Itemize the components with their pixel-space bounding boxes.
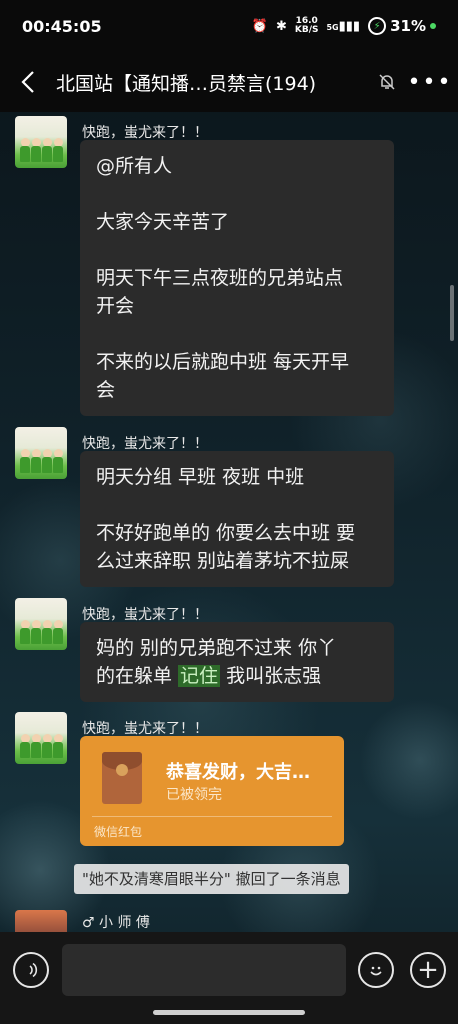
chat-header: 北国站【通知播…员禁言(194) ••• [0, 52, 458, 112]
privacy-dot-icon [430, 23, 436, 29]
chat-title[interactable]: 北国站【通知播…员禁言(194) [56, 69, 372, 96]
avatar[interactable] [15, 598, 67, 650]
recall-notice: "她不及清寒眉眼半分" 撤回了一条消息 [74, 864, 349, 894]
signal-icon: 5G▮▮▮ [326, 18, 361, 34]
message-bubble[interactable]: 明天分组 早班 夜班 中班 不好好跑单的 你要么去中班 要 么过来辞职 别站着茅… [80, 451, 394, 587]
message-input[interactable] [62, 944, 346, 996]
home-indicator[interactable] [153, 1010, 305, 1015]
message-line: 开会 [96, 295, 135, 317]
highlighted-keyword[interactable]: 记住 [178, 665, 221, 687]
message-line: 不来的以后就跑中班 每天开早 [96, 351, 350, 373]
sender-name: 快跑，蚩尤来了！！ [82, 436, 208, 452]
voice-button[interactable] [13, 952, 49, 988]
signal-label: 5G [326, 22, 339, 32]
message-bubble[interactable]: @所有人 大家今天辛苦了 明天下午三点夜班的兄弟站点 开会 不来的以后就跑中班 … [80, 140, 394, 416]
message-line: 么过来辞职 别站着茅坑不拉屎 [96, 550, 350, 572]
bluetooth-icon: ✱ [275, 18, 287, 34]
avatar[interactable] [15, 712, 67, 764]
red-packet-label: 微信红包 [94, 825, 143, 839]
more-button[interactable]: ••• [402, 52, 458, 112]
sender-name: 快跑，蚩尤来了！！ [82, 125, 208, 141]
red-packet-status: 已被领完 [166, 787, 222, 803]
red-packet-title: 恭喜发财，大吉… [166, 762, 310, 783]
emoji-icon [370, 966, 382, 976]
message-line: 妈的 别的兄弟跑不过来 你丫 [96, 637, 337, 659]
message-line: 不好好跑单的 你要么去中班 要 [96, 522, 356, 544]
message-line: 明天分组 早班 夜班 中班 [96, 466, 305, 488]
network-speed: 16.0 KB/S [295, 17, 319, 35]
status-bar: 00:45:05 ⏰ ✱ 16.0 KB/S 5G▮▮▮ ⚡ 31% [0, 0, 458, 52]
message-line: 大家今天辛苦了 [96, 211, 230, 233]
bell-off-icon [372, 52, 402, 112]
message-line: 明天下午三点夜班的兄弟站点 [96, 267, 344, 289]
emoji-button[interactable] [358, 952, 394, 988]
red-packet-card[interactable]: 恭喜发财，大吉… 已被领完 微信红包 [80, 736, 344, 846]
avatar[interactable] [15, 910, 67, 932]
member-icon: ♂ [82, 915, 95, 931]
chevron-left-icon [21, 71, 34, 93]
sender-name: 快跑，蚩尤来了！！ [82, 607, 208, 623]
more-icon: ••• [407, 69, 453, 95]
status-time: 00:45:05 [22, 16, 102, 36]
battery: ⚡ 31% [368, 17, 436, 35]
alarm-icon: ⏰ [251, 18, 268, 34]
sender-name-text: 小 师 傅 [99, 915, 150, 931]
message-bubble[interactable]: 妈的 别的兄弟跑不过来 你丫 的在躲单 记住 我叫张志强 [80, 622, 394, 702]
scrollbar[interactable] [450, 285, 454, 341]
status-icons: ⏰ ✱ 16.0 KB/S 5G▮▮▮ ⚡ 31% [252, 17, 436, 35]
network-speed-unit: KB/S [294, 25, 319, 35]
message-line: 会 [96, 379, 116, 401]
message-line: @所有人 [96, 155, 173, 177]
sender-name: 快跑，蚩尤来了！！ [82, 721, 208, 737]
battery-charging-icon: ⚡ [368, 17, 387, 35]
voice-icon [25, 962, 38, 978]
plus-button[interactable]: + [410, 952, 446, 988]
message-line: 的在躲单 记住 我叫张志强 [96, 662, 378, 690]
red-packet-icon [102, 752, 142, 804]
avatar[interactable] [15, 116, 67, 168]
avatar[interactable] [15, 427, 67, 479]
message-text: 的在躲单 [96, 665, 179, 687]
back-button[interactable] [0, 52, 56, 112]
message-list[interactable]: 快跑，蚩尤来了！！ @所有人 大家今天辛苦了 明天下午三点夜班的兄弟站点 开会 … [0, 112, 458, 932]
sender-name: ♂ 小 师 傅 [82, 912, 150, 932]
plus-icon: + [417, 955, 439, 985]
divider [92, 816, 332, 817]
message-text: 我叫张志强 [220, 665, 322, 687]
battery-percent: 31% [390, 17, 426, 35]
